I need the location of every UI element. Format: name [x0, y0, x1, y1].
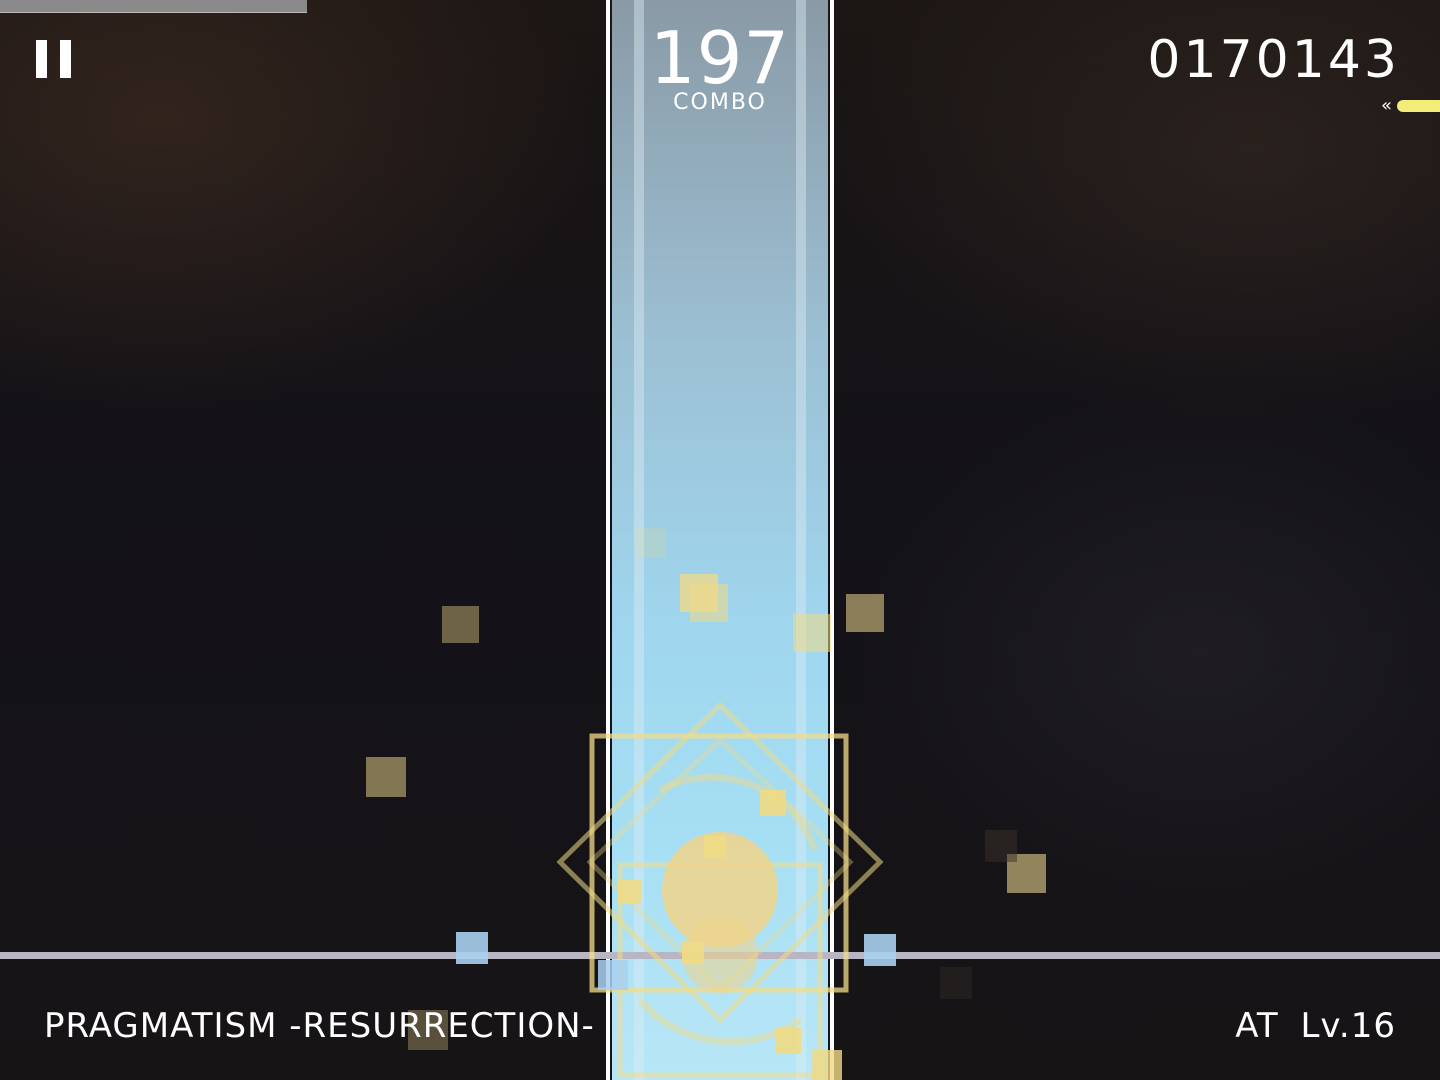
hit-effect	[556, 701, 884, 1078]
double-chevron-left-icon: «	[1380, 95, 1392, 116]
pause-icon-bar	[60, 40, 71, 78]
particle-square	[617, 880, 641, 904]
particle-square	[704, 836, 726, 858]
song-progress-bar	[0, 0, 307, 13]
particle-square	[985, 830, 1017, 862]
difficulty-label: AT Lv.16	[1235, 1006, 1396, 1046]
pause-icon	[36, 40, 47, 78]
score-gauge	[1396, 100, 1440, 112]
combo-label: COMBO	[673, 90, 767, 115]
particle-square	[940, 967, 972, 999]
particle-square	[636, 528, 666, 558]
particle-square	[598, 960, 628, 990]
particle-square	[775, 1028, 801, 1054]
particle-square	[812, 1050, 842, 1080]
pause-button[interactable]	[36, 40, 72, 80]
particle-square	[864, 934, 896, 966]
particle-square	[366, 757, 406, 797]
particle-square	[682, 942, 704, 964]
particle-square	[690, 584, 728, 622]
song-title: PRAGMATISM -RESURRECTION-	[44, 1006, 595, 1046]
score: 0170143	[1147, 30, 1400, 90]
particle-square	[760, 790, 786, 816]
particle-square	[456, 932, 488, 964]
particle-square	[793, 614, 831, 652]
combo-count: 197	[649, 16, 791, 100]
particle-square	[442, 606, 479, 643]
particle-square	[846, 594, 884, 632]
